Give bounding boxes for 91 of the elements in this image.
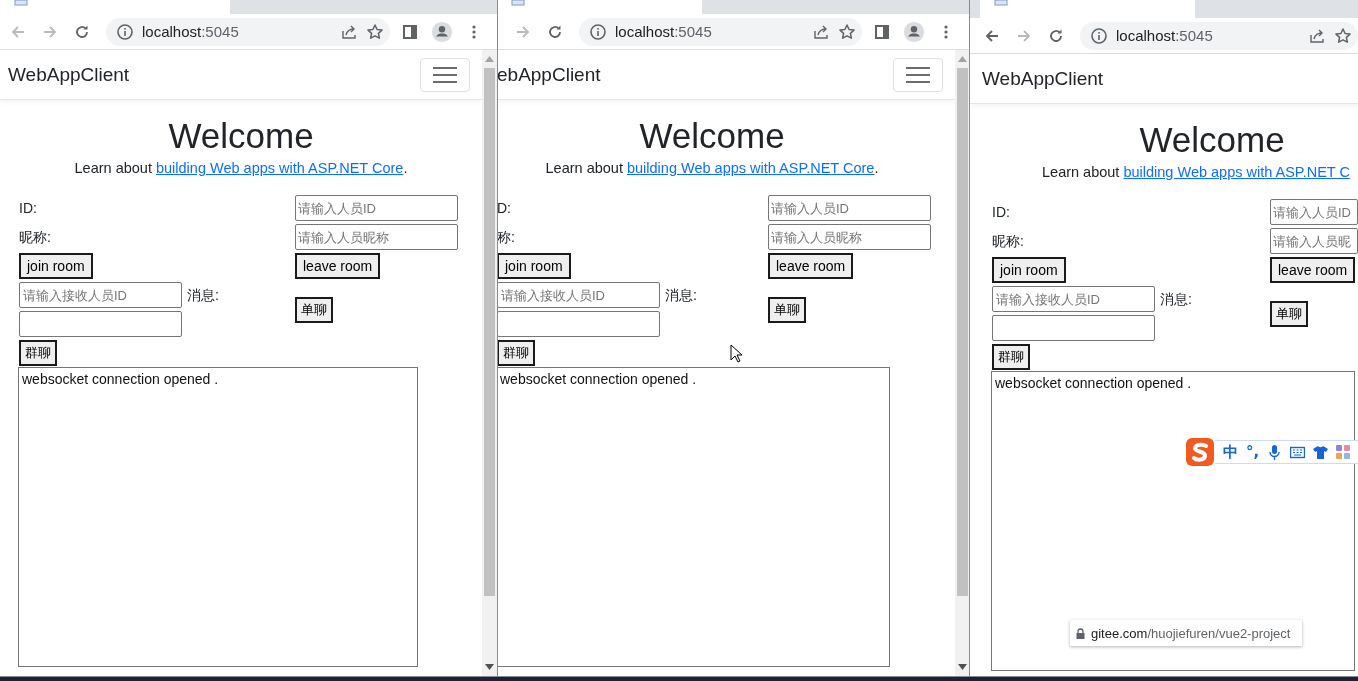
receiver-id-field[interactable]: 请输入接收人员ID [992, 286, 1155, 312]
intro-text: Learn about building Web apps with ASP.NET C [1041, 163, 1351, 182]
url-text: localhost:5045 [615, 23, 713, 40]
id-label: ID: [19, 199, 38, 218]
brand-link[interactable]: WebAppClient [8, 63, 130, 86]
page-icon [511, 0, 525, 6]
nickname-field[interactable]: 请输入人员昵称 [295, 224, 458, 250]
brand-link[interactable]: WebAppClient [982, 67, 1104, 90]
star-icon[interactable] [366, 22, 384, 41]
info-icon[interactable] [116, 22, 134, 41]
leave-room-button[interactable]: leave room [1270, 257, 1356, 283]
message-field[interactable] [19, 311, 182, 337]
leave-room-button[interactable]: leave room [295, 253, 381, 279]
message-label: 消息: [665, 286, 697, 305]
message-field[interactable] [497, 311, 660, 337]
more-icon[interactable] [472, 23, 476, 40]
docs-link[interactable]: building Web apps with ASP.NET Core [626, 160, 875, 176]
leave-room-button[interactable]: leave room [768, 253, 854, 279]
id-field[interactable]: 请输入人员ID [295, 195, 458, 221]
log-line: websocket connection opened . [995, 374, 1193, 392]
menu-icon[interactable] [906, 65, 930, 84]
welcome-heading: Welcome [167, 115, 315, 157]
reload-icon[interactable] [74, 23, 90, 40]
reload-icon[interactable] [1048, 27, 1064, 44]
scroll-down-icon[interactable] [958, 664, 967, 670]
scroll-thumb[interactable] [484, 68, 495, 596]
scrollbar[interactable] [482, 50, 497, 676]
group-chat-button[interactable]: 群聊 [992, 344, 1030, 370]
reload-icon[interactable] [547, 23, 563, 40]
brand-link[interactable]: ebAppClient [497, 63, 601, 86]
join-room-button[interactable]: join room [497, 253, 571, 279]
microphone-icon[interactable] [1267, 444, 1283, 460]
page-icon [994, 0, 1008, 6]
welcome-heading: Welcome [1138, 119, 1286, 161]
message-log[interactable]: websocket connection opened . [497, 367, 890, 667]
id-label: D: [497, 199, 512, 218]
private-chat-button[interactable]: 单聊 [1270, 301, 1308, 327]
address-bar[interactable]: localhost:5045 [1080, 21, 1358, 50]
side-panel-icon[interactable] [874, 23, 890, 40]
id-label: ID: [992, 203, 1011, 222]
message-label: 消息: [1160, 290, 1192, 309]
url-text: localhost:5045 [142, 23, 240, 40]
lock-icon [1076, 627, 1085, 639]
message-label: 消息: [187, 286, 219, 305]
star-icon[interactable] [1334, 26, 1352, 45]
logo-icon[interactable] [1185, 437, 1215, 467]
nickname-label: 称: [497, 228, 516, 247]
message-log[interactable]: websocket connection opened . [18, 367, 418, 667]
grid-icon[interactable] [1336, 444, 1352, 460]
intro-text: Learn about building Web apps with ASP.NET Core. [73, 159, 409, 178]
message-field[interactable] [992, 315, 1155, 341]
punctuation-toggle[interactable]: °, [1246, 443, 1260, 461]
intro-text: Learn about building Web apps with ASP.NET Core. [544, 159, 880, 178]
group-chat-button[interactable]: 群聊 [497, 340, 535, 366]
menu-icon[interactable] [433, 65, 457, 84]
address-bar[interactable]: localhost:5045 [106, 17, 390, 46]
menu-button[interactable] [420, 57, 470, 92]
join-room-button[interactable]: join room [992, 257, 1066, 283]
group-chat-button[interactable]: 群聊 [19, 340, 57, 366]
docs-link[interactable]: building Web apps with ASP.NET C [1123, 164, 1350, 180]
more-icon[interactable] [944, 23, 948, 40]
url-text: localhost:5045 [1116, 27, 1214, 44]
star-icon[interactable] [838, 22, 856, 41]
log-line: websocket connection opened . [500, 370, 698, 388]
private-chat-button[interactable]: 单聊 [295, 297, 333, 323]
scroll-down-icon[interactable] [485, 664, 494, 670]
shirt-icon[interactable] [1313, 444, 1329, 460]
back-arrow-icon[interactable] [984, 27, 1000, 44]
info-icon[interactable] [1090, 26, 1108, 45]
scroll-thumb[interactable] [957, 68, 968, 596]
info-icon[interactable] [589, 22, 607, 41]
side-panel-icon[interactable] [402, 23, 418, 40]
keyboard-icon[interactable] [1290, 444, 1306, 460]
nickname-label: 昵称: [992, 232, 1025, 251]
id-field[interactable]: 请输入人员ID [768, 195, 931, 221]
receiver-id-field[interactable]: 请输入接收人员ID [19, 282, 182, 308]
input-mode-toggle[interactable]: 中 [1223, 443, 1238, 461]
menu-button[interactable] [893, 57, 943, 92]
welcome-heading: Welcome [638, 115, 786, 157]
nickname-field[interactable]: 请输入人员昵称 [768, 224, 931, 250]
docs-link[interactable]: building Web apps with ASP.NET Core [155, 160, 404, 176]
private-chat-button[interactable]: 单聊 [768, 297, 806, 323]
address-bar[interactable]: localhost:5045 [579, 17, 862, 46]
page-icon [14, 0, 28, 6]
join-room-button[interactable]: join room [19, 253, 93, 279]
nickname-field[interactable]: 请输入人员昵 [1270, 228, 1358, 254]
log-line: websocket connection opened . [22, 370, 220, 388]
id-field[interactable]: 请输入人员ID [1270, 199, 1358, 225]
link-url: gitee.com/huojiefuren/vue2-project [1091, 625, 1291, 641]
nickname-label: 昵称: [19, 228, 52, 247]
receiver-id-field[interactable]: 请输入接收人员ID [497, 282, 660, 308]
